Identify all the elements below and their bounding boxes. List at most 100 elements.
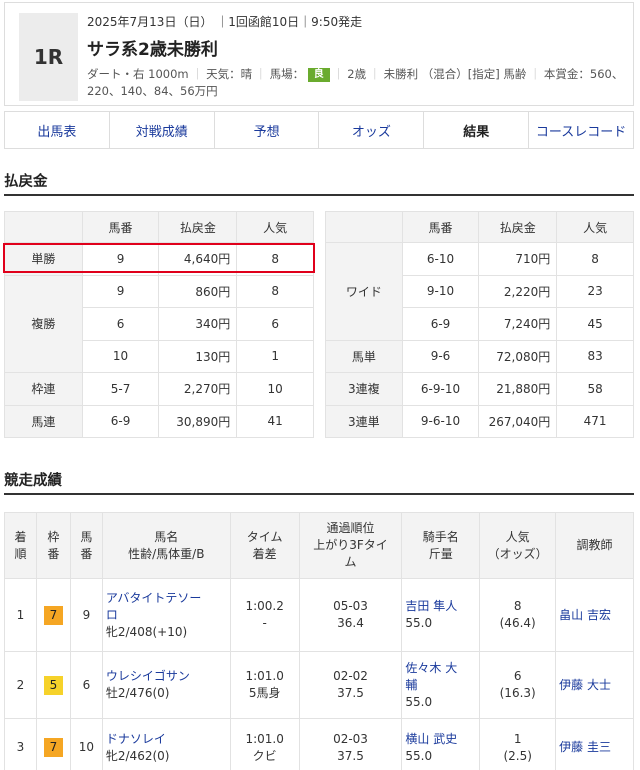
horse-info: 牝2/462(0) [105,748,170,763]
payout-num: 10 [81,339,160,373]
col-rank: 着順 [4,512,37,579]
horse-number: 9 [69,578,103,652]
payout-amount: 340円 [158,307,238,341]
table-row: 3 7 10 ドナソレイ 牝2/462(0) 1:01.0 クビ 02-03 37.5… [4,718,634,770]
col-horse: 馬名 性齢/馬体重/B [101,512,231,579]
payout-row-umaren: 馬連 6-9 30,890円 41 [4,404,314,438]
payout-num: 9-6-10 [401,404,480,438]
last-3f: 37.5 [337,748,364,763]
col-trainer: 調教師 [555,512,634,579]
finish-time: 1:01.0 [245,731,284,746]
race-name: サラ系2歳未勝利 [87,40,218,60]
jockey-link[interactable]: 吉田 隼人 [405,599,457,613]
horse-name-link[interactable]: アバタイトテソーロ [106,591,202,622]
jockey-link[interactable]: 横山 武史 [405,732,457,746]
odds: (16.3) [499,686,536,700]
payout-num: 6-9 [401,307,480,341]
race-tabs: 出馬表 対戦成績 予想 オッズ 結果 コースレコード [4,111,634,149]
finish-time: 1:01.0 [245,669,284,683]
jockey-weight: 55.0 [405,616,433,630]
race-age: 2歳 [347,67,367,81]
tab-results[interactable]: 結果 [424,112,530,148]
frame-badge: 5 [43,675,63,695]
payout-label-sanrenpuku: 3連複 [325,372,403,406]
jockey-link[interactable]: 佐々木 大輔 [405,661,457,692]
payout-row-sanrenpuku: 3連複 6-9-10 21,880円 58 [325,372,634,406]
frame-badge: 7 [43,738,63,757]
results-divider [4,493,634,495]
payout-amount: 21,880円 [478,372,558,406]
payout-row-wakuren: 枠連 5-7 2,270円 10 [4,372,314,406]
payout-row-fukusho: 複勝 9 860円 8 [4,274,314,373]
payout-title: 払戻金 [4,174,48,190]
tab-prediction[interactable]: 予想 [215,112,320,148]
race-meta: ダート・右 1000m ｜天気：晴｜馬場： 良｜ 2歳｜未勝利 （混合）[指定] 馬… [87,67,624,98]
tab-entries[interactable]: 出馬表 [5,112,110,148]
race-number: 1R [19,13,78,101]
horse-name-link[interactable]: ウレシイゴサン [106,669,190,683]
trainer-link[interactable]: 畠山 吉宏 [559,608,611,622]
payout-label-umatan: 馬単 [325,339,403,373]
payout-header-blank [4,211,83,243]
payout-header-amount: 払戻金 [478,211,558,243]
frame-badge: 7 [43,605,63,625]
payout-num: 9-6 [401,339,480,373]
payout-num: 6 [81,307,160,341]
results-table: 着順 枠番 馬番 馬名 性齢/馬体重/B タイム 着差 通過順位 上がり3Fタイム 騎… [4,512,634,770]
horse-number: 10 [69,718,103,770]
passing-order: 05-03 [333,599,368,613]
margin: - [262,616,267,630]
col-frame: 枠番 [35,512,71,579]
payout-table-right: 馬番 払戻金 人気 ワイド 6-10 710円 8 9-10 2,220円 23… [325,211,634,438]
tab-head-to-head[interactable]: 対戦成績 [110,112,215,148]
col-odds: 人気 （オッズ） [479,512,557,579]
finish-time: 1:00.2 [245,599,284,613]
trainer-link[interactable]: 伊藤 圭三 [559,740,611,754]
payout-num: 9-10 [401,274,480,308]
horse-info: 牡2/476(0) [105,686,170,700]
popularity: 8 [513,599,522,613]
table-row: 1 7 9 アバタイトテソーロ牝2/408(+10) 1:00.2 - 05-03… [4,578,634,652]
tab-course-record[interactable]: コースレコード [529,112,633,148]
payout-label-sanrentan: 3連単 [325,404,403,438]
payout-amount: 2,220円 [478,274,558,308]
payout-pop: 45 [556,307,634,341]
rank: 3 [4,718,37,770]
popularity: 6 [513,669,522,683]
tab-odds[interactable]: オッズ [319,112,425,148]
payout-header-num: 馬番 [81,211,160,243]
horse-name-link[interactable]: ドナソレイ [106,732,166,746]
race-header: 1R 2025年7月13日（日） ｜1回函館10日｜9:50発走 サラ系2歳未勝… [4,2,634,106]
col-horse-no: 馬番 [69,512,103,579]
payout-row-umatan: 馬単 9-6 72,080円 83 [325,339,634,373]
payout-header-amount: 払戻金 [158,211,238,243]
odds: (2.5) [503,748,532,763]
race-date: 2025年7月13日（日） ｜1回函館10日｜9:50発走 [87,15,363,29]
payout-num: 9 [81,274,160,308]
payout-num: 6-9-10 [401,372,480,406]
payout-num: 6-9 [81,404,160,438]
payout-header-pop: 人気 [556,211,634,243]
payout-amount: 860円 [158,274,238,308]
payout-pop: 10 [236,372,314,406]
payout-header-blank [325,211,403,243]
payout-label-tansho: 単勝 [4,242,83,276]
horse-info: 牝2/408(+10) [105,624,188,639]
payout-header-pop: 人気 [236,211,314,243]
payout-pop: 8 [236,274,314,308]
race-condition: 未勝利 （混合）[指定] 馬齢 [383,67,527,81]
horse-number: 6 [69,651,103,719]
payout-row-tansho: 単勝 9 4,640円 8 [4,242,314,276]
race-weather: 天気：晴 [206,67,253,81]
payout-divider [4,194,634,196]
jockey-weight: 55.0 [405,694,433,709]
payout-pop: 83 [556,339,634,373]
trainer-link[interactable]: 伊藤 大士 [559,678,611,692]
payout-label-umaren: 馬連 [4,404,83,438]
last-3f: 37.5 [337,686,364,700]
payout-pop: 58 [556,372,634,406]
payout-num: 5-7 [81,372,160,406]
ground-badge: 良 [307,68,330,82]
payout-amount: 7,240円 [478,307,558,341]
payout-pop: 41 [236,404,314,438]
